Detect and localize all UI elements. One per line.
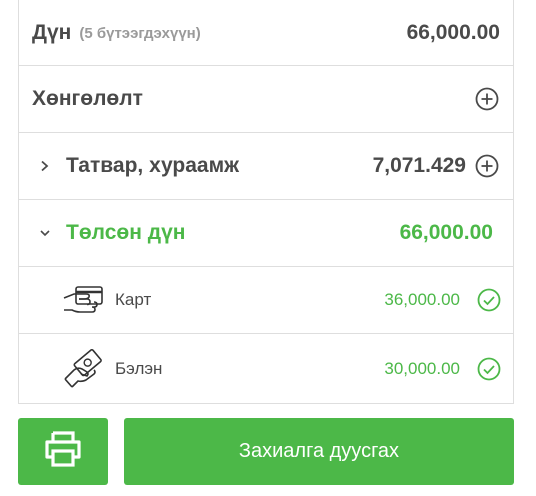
check-circle-icon: [476, 356, 502, 382]
total-row: Дүн (5 бүтээгдэхүүн) 66,000.00: [19, 0, 513, 66]
check-circle-icon: [476, 287, 502, 313]
cash-payment-icon: [61, 348, 107, 389]
payment-value-card: 36,000.00: [384, 290, 460, 309]
total-label: Дүн: [32, 20, 72, 44]
order-summary-panel: Дүн (5 бүтээгдэхүүн) 66,000.00 Хөнгөлөлт…: [18, 0, 514, 404]
print-button[interactable]: [18, 418, 108, 485]
paid-label: Төлсөн дүн: [66, 221, 186, 244]
finish-order-button[interactable]: Захиалга дуусгах: [124, 418, 514, 485]
printer-icon: [43, 430, 83, 473]
add-tax-plus-icon[interactable]: [474, 153, 500, 179]
finish-order-label: Захиалга дуусгах: [238, 440, 400, 462]
payment-label-cash: Бэлэн: [115, 358, 163, 378]
tax-value: 7,071.429: [372, 154, 466, 177]
tax-label: Татвар, хураамж: [66, 154, 240, 177]
total-value: 66,000.00: [406, 20, 500, 44]
tax-row[interactable]: Татвар, хураамж 7,071.429: [19, 133, 513, 200]
card-payment-icon: [61, 280, 107, 320]
payment-value-cash: 30,000.00: [384, 358, 460, 378]
chevron-right-icon[interactable]: [39, 160, 51, 172]
add-discount-plus-icon[interactable]: [474, 86, 500, 112]
discount-row: Хөнгөлөлт: [19, 66, 513, 133]
paid-row[interactable]: Төлсөн дүн 66,000.00: [19, 200, 513, 267]
chevron-down-icon[interactable]: [39, 228, 51, 238]
payment-row-cash: Бэлэн 30,000.00: [19, 334, 513, 403]
payment-label-card: Карт: [115, 290, 152, 309]
total-items-count: (5 бүтээгдэхүүн): [79, 25, 201, 42]
paid-value: 66,000.00: [399, 221, 493, 244]
discount-label: Хөнгөлөлт: [32, 87, 143, 110]
payment-row-card: Карт 36,000.00: [19, 267, 513, 334]
